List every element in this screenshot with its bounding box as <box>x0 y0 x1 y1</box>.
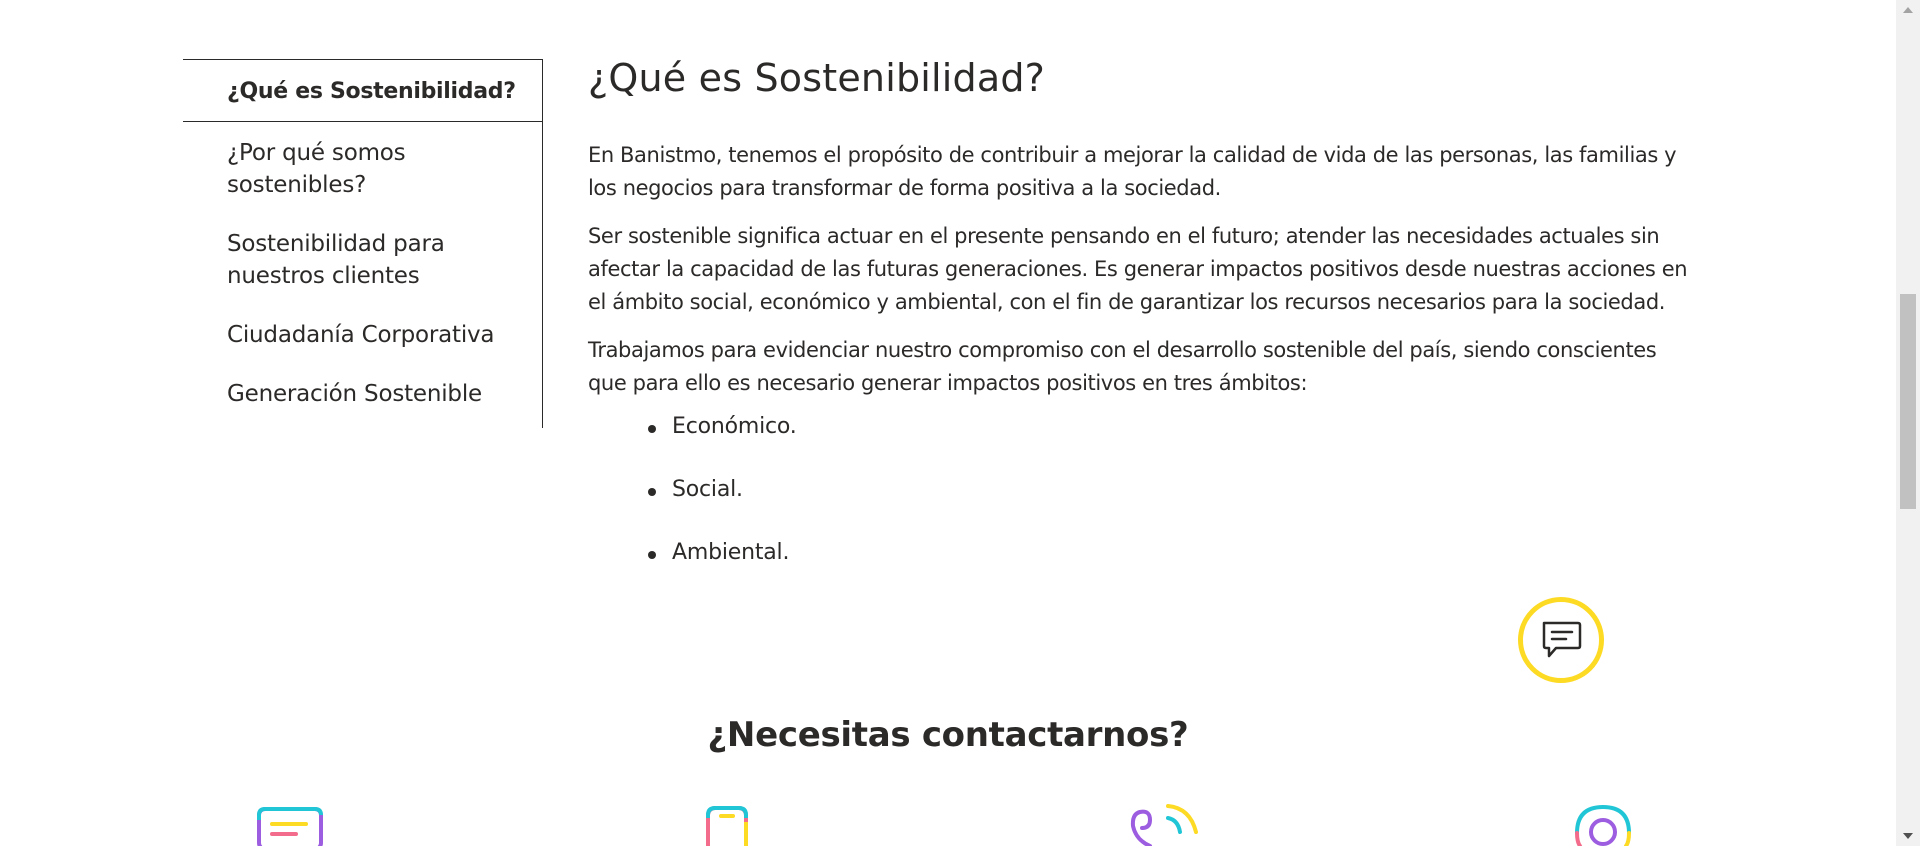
bullet-dot <box>648 488 656 496</box>
commitment-paragraph: Trabajamos para evidenciar nuestro compr… <box>588 338 1657 395</box>
contact-location-button[interactable] <box>1572 802 1634 846</box>
contact-phone-button[interactable] <box>1128 802 1202 846</box>
scroll-down-arrow-icon[interactable] <box>1896 826 1920 846</box>
scroll-up-arrow-icon[interactable] <box>1896 0 1920 20</box>
list-item-text: Económico. <box>672 414 797 439</box>
contact-mobile-button[interactable] <box>705 802 749 846</box>
sidebar-item-que-es-sostenibilidad[interactable]: ¿Qué es Sostenibilidad? <box>183 59 542 122</box>
definition-paragraph: Ser sostenible significa actuar en el pr… <box>588 224 1688 314</box>
scrollbar-thumb[interactable] <box>1900 294 1916 509</box>
main-content: ¿Qué es Sostenibilidad? En Banistmo, ten… <box>588 50 1698 570</box>
vertical-scrollbar[interactable] <box>1896 0 1920 846</box>
intro-paragraph: En Banistmo, tenemos el propósito de con… <box>588 143 1677 200</box>
bullet-dot <box>648 425 656 433</box>
sidebar-item-label: ¿Qué es Sostenibilidad? <box>227 79 516 104</box>
sidebar-item-label: ¿Por qué somos sostenibles? <box>227 140 406 198</box>
scopes-list: Económico. Social. Ambiental. <box>588 410 1698 570</box>
list-item: Social. <box>588 473 1698 507</box>
location-pin-icon <box>1575 804 1631 846</box>
sidebar-item-label: Ciudadanía Corporativa <box>227 322 495 348</box>
list-item-text: Ambiental. <box>672 540 790 565</box>
list-item-text: Social. <box>672 477 743 502</box>
mobile-phone-icon <box>706 806 748 846</box>
phone-call-icon <box>1130 804 1198 846</box>
sidebar-item-por-que-somos-sostenibles[interactable]: ¿Por qué somos sostenibles? <box>183 137 542 201</box>
chat-button[interactable] <box>1518 597 1604 683</box>
list-item: Económico. <box>588 410 1698 444</box>
list-item: Ambiental. <box>588 536 1698 570</box>
bullet-dot <box>648 551 656 559</box>
contact-title: ¿Necesitas contactarnos? <box>707 715 1189 755</box>
sidebar-item-label: Generación Sostenible <box>227 381 482 407</box>
sidebar-item-ciudadania-corporativa[interactable]: Ciudadanía Corporativa <box>183 319 542 351</box>
chat-bubble-icon <box>1542 621 1582 658</box>
page: ¿Qué es Sostenibilidad? ¿Por qué somos s… <box>0 0 1920 846</box>
sidebar-item-sostenibilidad-clientes[interactable]: Sostenibilidad para nuestros clientes <box>183 228 542 292</box>
sidebar-nav: ¿Qué es Sostenibilidad? ¿Por qué somos s… <box>183 59 543 428</box>
form-icon <box>257 807 323 846</box>
page-title: ¿Qué es Sostenibilidad? <box>588 56 1046 100</box>
sidebar-item-label: Sostenibilidad para nuestros clientes <box>227 231 445 289</box>
contact-form-button[interactable] <box>256 802 324 846</box>
sidebar-item-generacion-sostenible[interactable]: Generación Sostenible <box>183 378 542 410</box>
